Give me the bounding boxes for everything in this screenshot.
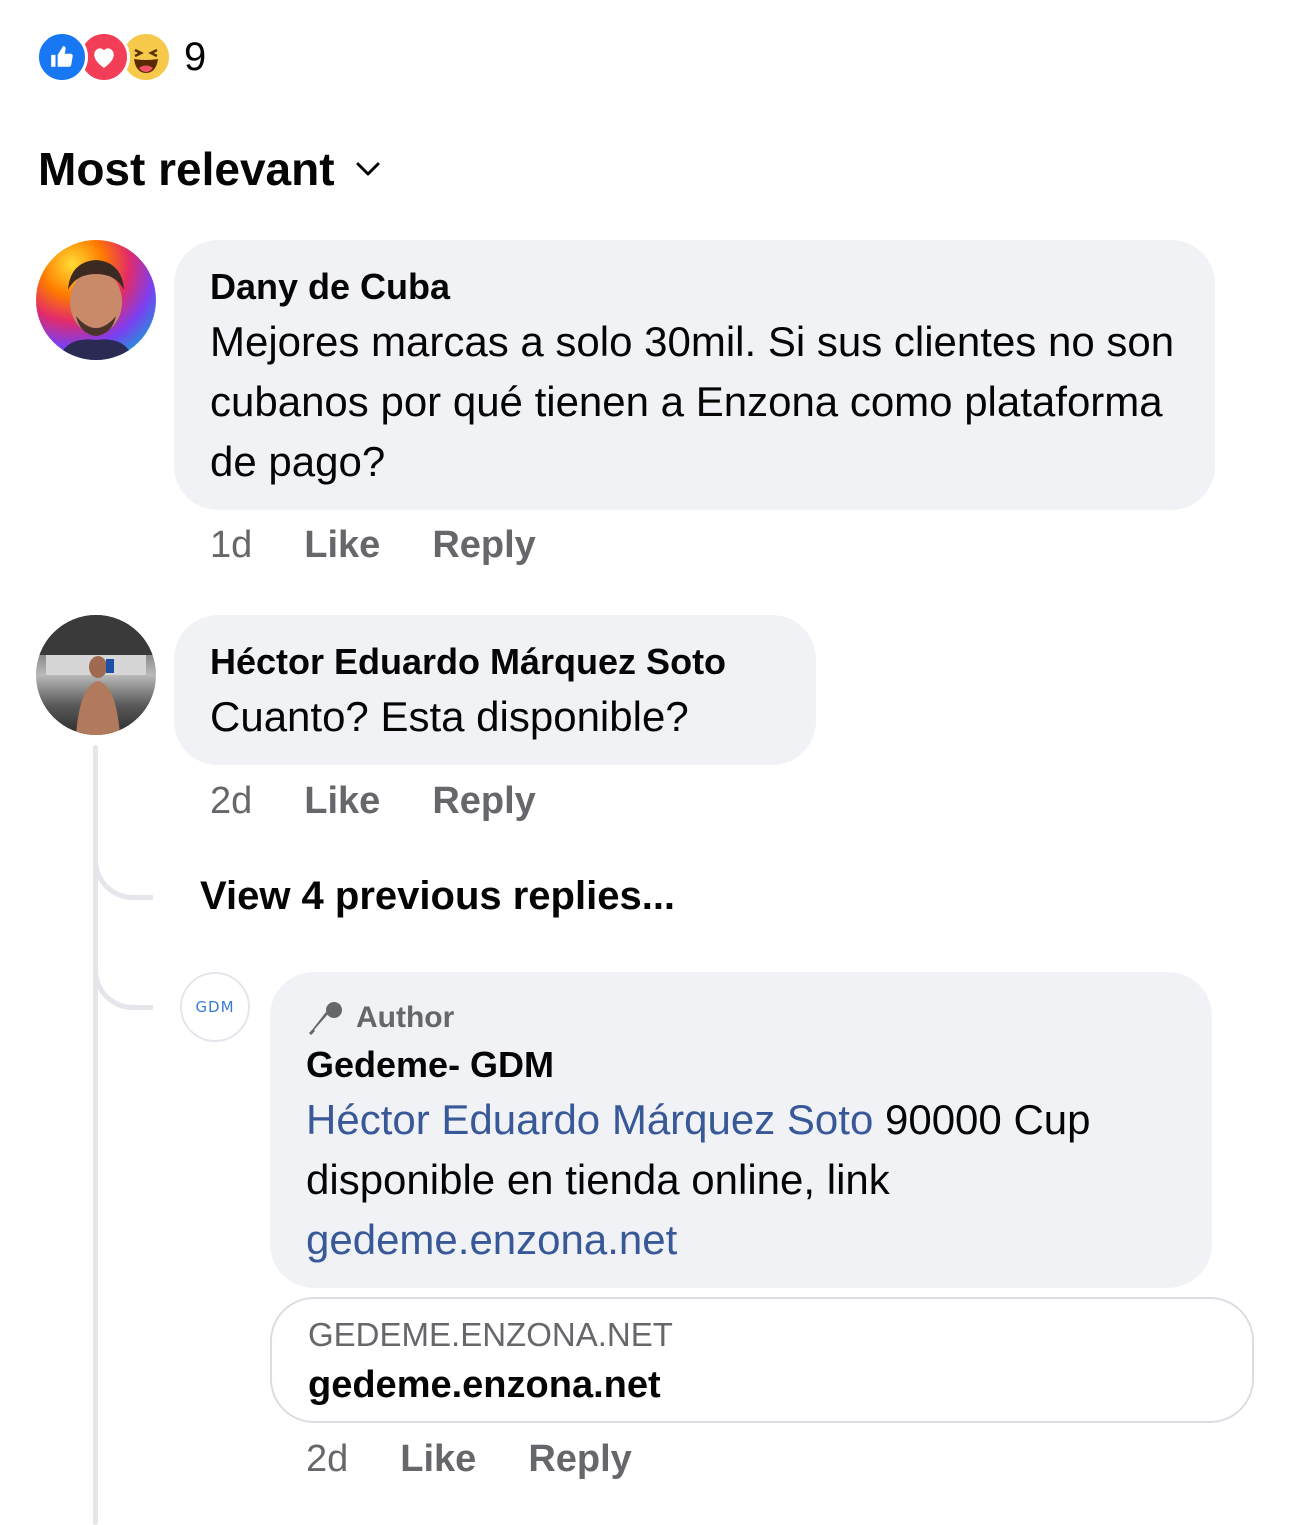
comment-text: Cuanto? Esta disponible? [210,693,689,740]
comment-author[interactable]: Dany de Cuba [210,266,1179,308]
comment-time[interactable]: 2d [210,780,252,823]
chevron-down-icon [356,162,380,176]
comment-actions: 1d Like Reply [210,524,588,567]
thread-connector [93,850,153,900]
comment-author[interactable]: Héctor Eduardo Márquez Soto [210,641,780,683]
microphone-icon [308,1002,342,1036]
sort-dropdown[interactable]: Most relevant [38,142,381,196]
like-button[interactable]: Like [400,1438,476,1481]
reply-button[interactable]: Reply [528,1438,631,1481]
author-badge-label: Author [356,1001,455,1034]
comment-time[interactable]: 1d [210,524,252,567]
comment-text: Mejores marcas a solo 30mil. Si sus clie… [210,318,1175,485]
link-preview-domain: GEDEME.ENZONA.NET [308,1316,673,1353]
comment-bubble: Héctor Eduardo Márquez Soto Cuanto? Esta… [174,615,816,765]
url-link[interactable]: gedeme.enzona.net [306,1216,677,1263]
comment-actions: 2d Like Reply [306,1438,684,1481]
comment-text: Héctor Eduardo Márquez Soto 90000 Cup di… [306,1090,1176,1270]
like-button[interactable]: Like [304,524,380,567]
like-button[interactable]: Like [304,780,380,823]
reaction-count: 9 [184,34,207,79]
view-previous-replies-link[interactable]: View 4 previous replies... [200,874,675,919]
avatar[interactable] [36,615,156,735]
comment-author[interactable]: Gedeme- GDM [306,1044,1176,1086]
reply-button[interactable]: Reply [432,780,535,823]
comment-bubble: Dany de Cuba Mejores marcas a solo 30mil… [174,240,1215,510]
author-badge: Author [306,998,1176,1038]
reply-button[interactable]: Reply [432,524,535,567]
avatar-logo-text: GDM [195,998,235,1016]
like-icon [36,31,88,83]
reaction-summary[interactable]: 9 [36,31,207,83]
comment-actions: 2d Like Reply [210,780,588,823]
thread-connector [93,960,153,1010]
avatar[interactable] [36,240,156,360]
avatar[interactable]: GDM [180,972,250,1042]
link-preview-card[interactable]: GEDEME.ENZONA.NET gedeme.enzona.net [270,1297,1254,1423]
sort-label: Most relevant [38,143,335,195]
comment-time[interactable]: 2d [306,1438,348,1481]
mention-link[interactable]: Héctor Eduardo Márquez Soto [306,1096,873,1143]
reply-bubble: Author Gedeme- GDM Héctor Eduardo Márque… [270,972,1212,1288]
link-preview-title: gedeme.enzona.net [308,1364,661,1406]
